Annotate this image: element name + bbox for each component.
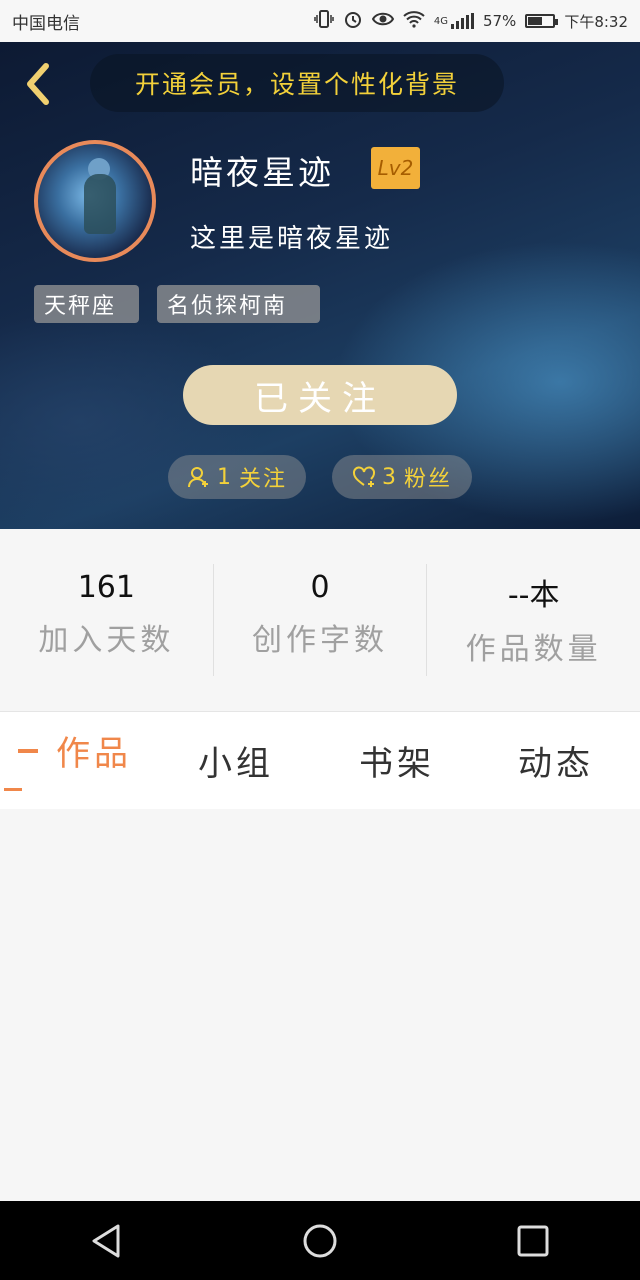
following-count: 1 xyxy=(216,464,233,490)
nav-recents-icon xyxy=(517,1225,549,1256)
nav-back-button[interactable] xyxy=(77,1211,137,1271)
tab-feed[interactable]: 动态 xyxy=(518,712,594,809)
level-badge: Lv2 xyxy=(371,147,420,189)
vibrate-icon xyxy=(314,10,334,32)
username: 暗夜星迹 xyxy=(190,153,334,192)
network-type: 4G xyxy=(433,15,448,27)
fans-count-button[interactable]: 3 粉丝 xyxy=(332,455,472,499)
carrier-name: 中国电信 xyxy=(12,13,80,34)
profile-tabs: 作品 小组 书架 动态 xyxy=(0,711,640,810)
vip-background-banner[interactable]: 开通会员，设置个性化背景 xyxy=(90,54,504,112)
tab-content-area xyxy=(0,809,640,1201)
system-nav-bar xyxy=(0,1201,640,1280)
stats-panel: 161 加入天数 0 创作字数 --本 作品数量 xyxy=(0,529,640,711)
status-bar: 中国电信 4G 57% 下午8:32 xyxy=(0,0,640,42)
tab-indicator xyxy=(4,788,22,791)
profile-header: 开通会员，设置个性化背景 暗夜星迹 Lv2 这里是暗夜星迹 天秤座 名侦探柯南 … xyxy=(0,42,640,529)
nav-recents-button[interactable] xyxy=(503,1211,563,1271)
nav-back-icon xyxy=(92,1224,120,1257)
wifi-icon xyxy=(403,10,425,32)
tab-group[interactable]: 小组 xyxy=(198,712,274,809)
nav-home-button[interactable] xyxy=(290,1211,350,1271)
tag-zodiac: 天秤座 xyxy=(34,285,139,323)
stat-label: 加入天数 xyxy=(38,623,175,658)
stat-join-days: 161 加入天数 xyxy=(0,564,213,676)
fans-heart-icon xyxy=(352,466,375,487)
tab-works[interactable]: 作品 xyxy=(18,702,132,799)
fans-count: 3 xyxy=(381,464,398,490)
following-label: 关注 xyxy=(238,467,287,492)
stat-label: 作品数量 xyxy=(465,632,602,667)
back-button[interactable] xyxy=(20,60,56,108)
battery-icon xyxy=(525,14,559,28)
avatar[interactable] xyxy=(34,140,156,262)
eye-icon xyxy=(371,11,394,31)
stat-label: 创作字数 xyxy=(252,623,388,658)
battery-percent: 57% xyxy=(482,12,517,30)
back-arrow-icon xyxy=(27,63,49,105)
following-count-button[interactable]: 1 关注 xyxy=(168,455,306,499)
tab-works-label: 作品 xyxy=(56,734,132,774)
nav-home-icon xyxy=(303,1224,337,1257)
stat-value: 0 xyxy=(310,570,330,605)
tab-active-dash xyxy=(18,748,38,753)
status-icons: 4G 57% 下午8:32 xyxy=(314,9,628,33)
follow-person-icon xyxy=(187,467,208,488)
signal-icon xyxy=(450,13,474,29)
stat-word-count: 0 创作字数 xyxy=(212,564,427,676)
tab-bookshelf[interactable]: 书架 xyxy=(359,712,435,809)
stat-value: --本 xyxy=(507,578,560,613)
user-bio: 这里是暗夜星迹 xyxy=(190,224,394,254)
clock: 下午8:32 xyxy=(564,12,628,31)
tag-interest: 名侦探柯南 xyxy=(157,285,320,323)
alarm-icon xyxy=(343,9,363,33)
followed-button[interactable]: 已关注 xyxy=(183,365,457,425)
stat-value: 161 xyxy=(77,570,135,605)
fans-label: 粉丝 xyxy=(403,467,452,492)
stat-works-count: --本 作品数量 xyxy=(426,564,640,676)
